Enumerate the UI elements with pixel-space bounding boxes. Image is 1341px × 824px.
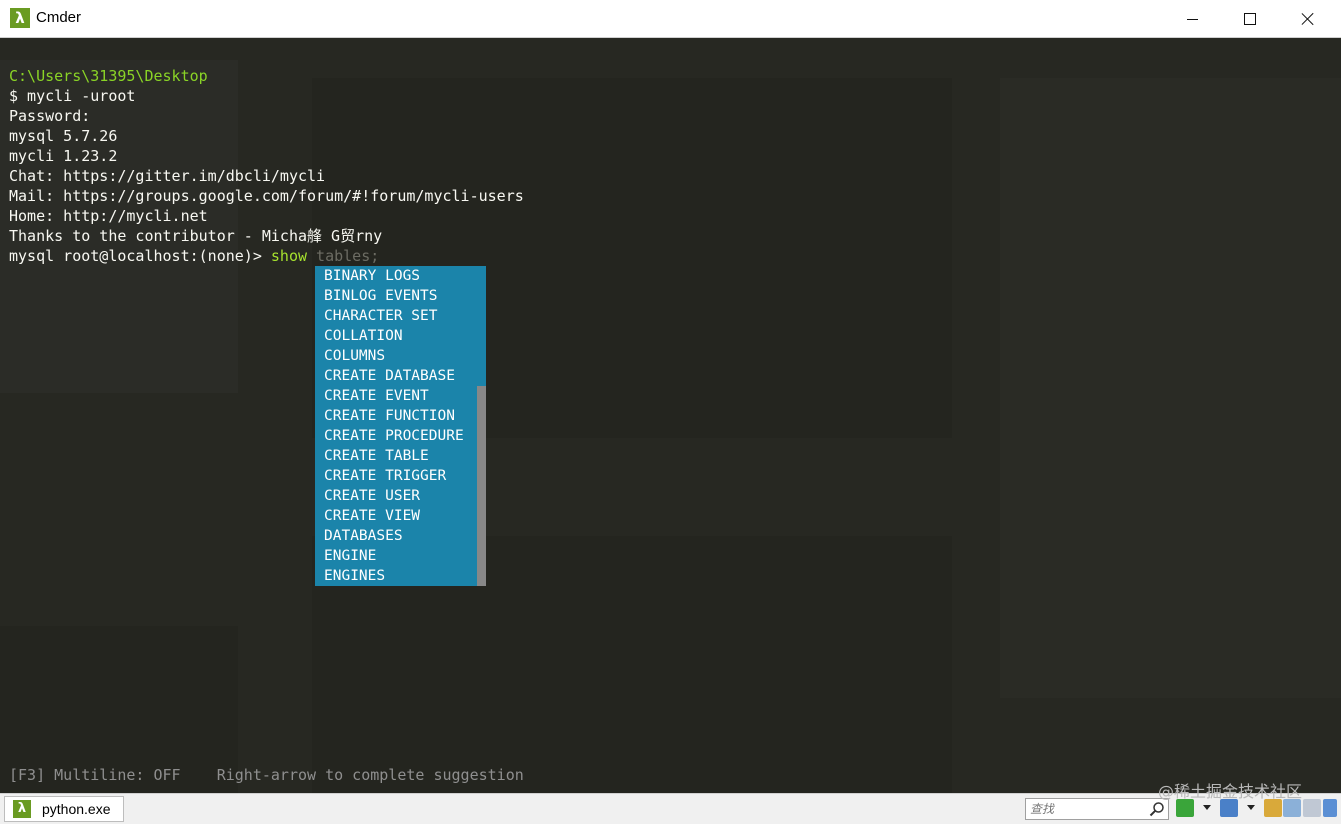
completion-item[interactable]: CREATE TABLE <box>324 446 429 466</box>
completion-item[interactable]: ENGINES <box>324 566 385 586</box>
terminal-line: $ mycli -uroot <box>9 87 136 105</box>
completion-item[interactable]: CREATE FUNCTION <box>324 406 455 426</box>
completion-item[interactable]: BINLOG EVENTS <box>324 286 438 306</box>
search-input[interactable] <box>1026 799 1152 819</box>
terminal-line-path: C:\Users\31395\Desktop <box>9 67 208 85</box>
title-bar: λ Cmder <box>0 0 1341 38</box>
watermark: @稀土掘金技术社区 <box>1158 782 1303 801</box>
terminal-line: Password: <box>9 107 91 125</box>
completion-item[interactable]: COLLATION <box>324 326 403 346</box>
chevron-down-icon[interactable] <box>1247 805 1255 810</box>
status-bar: λ python.exe <box>0 793 1341 824</box>
minimize-icon <box>1186 18 1198 20</box>
task-label: python.exe <box>42 801 111 817</box>
prompt-line[interactable]: mysql root@localhost:(none)> show tables… <box>9 246 379 266</box>
terminal-line: Home: http://mycli.net <box>9 207 208 225</box>
completion-item[interactable]: CHARACTER SET <box>324 306 438 326</box>
window-title: Cmder <box>36 9 82 26</box>
terminal-line: Mail: https://groups.google.com/forum/#!… <box>9 187 524 205</box>
grid-icon[interactable] <box>1303 799 1321 817</box>
terminal-line: mysql 5.7.26 <box>9 127 118 145</box>
bottom-toolbar: [F3] Multiline: OFF Right-arrow to compl… <box>9 766 524 784</box>
typed-command: show <box>270 247 308 265</box>
terminal-line: Chat: https://gitter.im/dbcli/mycli <box>9 167 326 185</box>
completion-item[interactable]: CREATE EVENT <box>324 386 429 406</box>
maximize-button[interactable] <box>1221 0 1279 38</box>
completion-item[interactable]: COLUMNS <box>324 346 385 366</box>
completion-item[interactable]: BINARY LOGS <box>324 266 420 286</box>
prompt: mysql root@localhost:(none)> <box>9 247 271 265</box>
background-panel <box>1000 78 1341 698</box>
completion-item[interactable]: DATABASES <box>324 526 403 546</box>
completion-item[interactable]: CREATE VIEW <box>324 506 420 526</box>
completion-item[interactable]: ENGINE <box>324 546 376 566</box>
search-box[interactable] <box>1025 798 1169 820</box>
close-button[interactable] <box>1279 0 1337 38</box>
completion-item[interactable]: CREATE DATABASE <box>324 366 455 386</box>
menu-icon[interactable] <box>1323 799 1337 817</box>
suggestion-ghost: tables; <box>307 247 380 265</box>
completion-item[interactable]: CREATE USER <box>324 486 420 506</box>
completion-scrollbar[interactable] <box>477 266 486 586</box>
terminal-line: mycli 1.23.2 <box>9 147 118 165</box>
close-icon <box>1301 12 1315 26</box>
maximize-icon <box>1244 13 1256 25</box>
minimize-button[interactable] <box>1163 0 1221 38</box>
terminal-line: Thanks to the contributor - Micha艂 G贸rny <box>9 227 383 245</box>
lambda-icon: λ <box>13 800 31 818</box>
chevron-down-icon[interactable] <box>1203 805 1211 810</box>
completion-item[interactable]: CREATE TRIGGER <box>324 466 446 486</box>
terminal-area[interactable]: C:\Users\31395\Desktop $ mycli -uroot Pa… <box>0 38 1341 793</box>
scrollbar-thumb[interactable] <box>477 266 486 386</box>
completion-menu[interactable]: BINARY LOGS BINLOG EVENTS CHARACTER SET … <box>315 266 486 586</box>
completion-item[interactable]: CREATE PROCEDURE <box>324 426 464 446</box>
task-tab[interactable]: λ python.exe <box>4 796 124 822</box>
lambda-icon: λ <box>10 8 30 28</box>
search-icon[interactable] <box>1149 801 1165 817</box>
